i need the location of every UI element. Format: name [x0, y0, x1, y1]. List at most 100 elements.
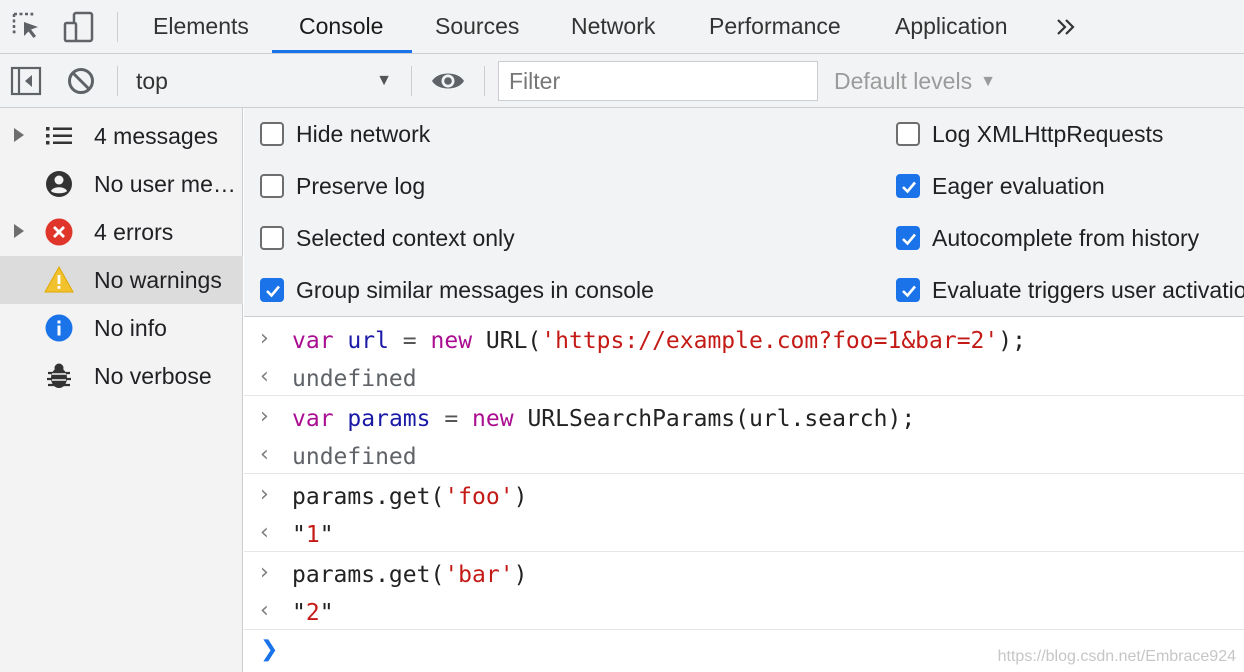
console-input-code[interactable]: params.get('bar'): [292, 554, 527, 596]
eager-evaluation-checkbox[interactable]: [896, 174, 920, 198]
console-input-code[interactable]: var params = new URLSearchParams(url.sea…: [292, 398, 915, 440]
sidebar-item-info[interactable]: No info: [0, 304, 243, 352]
console-output-line: ‹ "1": [244, 514, 1244, 552]
bug-icon: [44, 361, 74, 391]
setting-label: Group similar messages in console: [296, 277, 654, 303]
list-icon: [44, 121, 74, 151]
hide-network-checkbox[interactable]: [260, 122, 284, 146]
sidebar-item-label: No info: [94, 315, 167, 341]
tab-console[interactable]: Console: [299, 0, 383, 54]
console-output-line: ‹ "2": [244, 592, 1244, 630]
execution-context-select[interactable]: top ▼: [120, 62, 400, 100]
sidebar-item-errors[interactable]: 4 errors: [0, 208, 243, 256]
log-levels-dropdown[interactable]: Default levels ▼: [834, 61, 996, 101]
toolbar-divider: [117, 66, 118, 96]
dropdown-triangle-icon: ▼: [980, 73, 996, 90]
checkmark-icon: [902, 285, 916, 298]
expand-triangle-icon[interactable]: [14, 224, 24, 238]
sidebar-item-user-messages[interactable]: No user messages: [0, 160, 243, 208]
console-result[interactable]: "2": [292, 592, 334, 634]
input-prompt-icon: ›: [260, 560, 269, 585]
info-icon: [44, 313, 74, 343]
sidebar-item-verbose[interactable]: No verbose: [0, 352, 243, 400]
sidebar-item-label: No verbose: [94, 363, 212, 389]
tab-network[interactable]: Network: [571, 0, 655, 54]
dropdown-triangle-icon: ▼: [376, 72, 392, 89]
code-token: 2: [305, 600, 320, 626]
code-token: params.get(: [292, 484, 445, 510]
more-tabs-chevron-icon[interactable]: [1052, 12, 1082, 42]
toolbar-divider: [117, 12, 118, 42]
error-icon: [44, 217, 74, 247]
expand-triangle-icon[interactable]: [14, 128, 24, 142]
show-sidebar-icon[interactable]: [10, 65, 42, 97]
code-token: ): [513, 484, 528, 510]
log-xhr-checkbox[interactable]: [896, 122, 920, 146]
watermark: https://blog.csdn.net/Embrace924: [997, 648, 1236, 665]
setting-label: Log XMLHttpRequests: [932, 121, 1164, 147]
preserve-log-checkbox[interactable]: [260, 174, 284, 198]
autocomplete-history-checkbox[interactable]: [896, 226, 920, 250]
console-input-line: › var params = new URLSearchParams(url.se…: [244, 398, 1244, 436]
console-input-line: › params.get('foo'): [244, 476, 1244, 514]
live-expression-eye-icon[interactable]: [430, 66, 466, 96]
code-token: undefined: [292, 366, 417, 392]
console-entry: › params.get('bar') ‹ "2": [244, 552, 1244, 630]
setting-label: Evaluate triggers user activation: [932, 277, 1244, 303]
input-prompt-icon: ›: [260, 326, 269, 351]
console-input-line: › params.get('bar'): [244, 554, 1244, 592]
setting-label: Preserve log: [296, 173, 426, 199]
console-result[interactable]: "1": [292, 514, 334, 556]
evaluate-triggers-checkbox[interactable]: [896, 278, 920, 302]
tab-performance[interactable]: Performance: [709, 0, 841, 54]
setting-label: Eager evaluation: [932, 173, 1105, 199]
log-levels-label: Default levels: [834, 68, 973, 94]
code-token: ": [292, 600, 306, 626]
console-input-code[interactable]: var url = new URL('https://example.com?f…: [292, 320, 1026, 362]
warning-icon: [44, 265, 74, 295]
active-tab-indicator: [272, 50, 412, 53]
code-token: url: [347, 328, 389, 354]
selected-context-only-checkbox[interactable]: [260, 226, 284, 250]
code-token: URL(: [472, 328, 542, 354]
console-toolbar: top ▼ Default levels ▼: [0, 54, 1244, 108]
code-token: );: [998, 328, 1026, 354]
output-prompt-icon: ‹: [260, 442, 269, 467]
device-toolbar-icon[interactable]: [62, 10, 96, 44]
clear-console-icon[interactable]: [65, 65, 97, 97]
code-token: undefined: [292, 444, 417, 470]
code-token: =: [430, 406, 473, 432]
tab-sources[interactable]: Sources: [435, 0, 519, 54]
code-token: var: [292, 328, 334, 354]
tab-application[interactable]: Application: [895, 0, 1008, 54]
code-token: ": [292, 522, 306, 548]
console-output[interactable]: ❯ https://blog.csdn.net/Embrace924 › var …: [244, 318, 1244, 672]
code-token: ": [319, 600, 334, 626]
inspect-element-icon[interactable]: [10, 10, 44, 44]
sidebar-item-messages[interactable]: 4 messages: [0, 112, 243, 160]
toolbar-divider: [484, 66, 485, 96]
console-entry: › var url = new URL('https://example.com?…: [244, 318, 1244, 396]
console-result[interactable]: undefined: [292, 436, 417, 478]
devtools-tab-bar: Elements Console Sources Network Perform…: [0, 0, 1244, 54]
sidebar-item-label: 4 errors: [94, 219, 174, 245]
output-prompt-icon: ‹: [260, 598, 269, 623]
code-token: 'https://example.com?foo=1&bar=2': [541, 328, 999, 354]
group-similar-checkbox[interactable]: [260, 278, 284, 302]
code-token: 'bar': [444, 562, 514, 588]
console-output-line: ‹ undefined: [244, 436, 1244, 474]
console-input-prompt-icon[interactable]: ❯: [260, 631, 278, 669]
output-prompt-icon: ‹: [260, 364, 269, 389]
code-token: ): [513, 562, 528, 588]
sidebar-item-warnings[interactable]: No warnings: [0, 256, 243, 304]
tab-elements[interactable]: Elements: [153, 0, 249, 54]
console-input-code[interactable]: params.get('foo'): [292, 476, 527, 518]
code-token: params.get(: [292, 562, 445, 588]
code-token: 1: [305, 522, 320, 548]
checkmark-icon: [902, 233, 916, 246]
console-filter-input[interactable]: [498, 61, 818, 101]
setting-label: Autocomplete from history: [932, 225, 1200, 251]
console-result[interactable]: undefined: [292, 358, 417, 400]
user-icon: [44, 169, 74, 199]
code-token: var: [292, 406, 334, 432]
